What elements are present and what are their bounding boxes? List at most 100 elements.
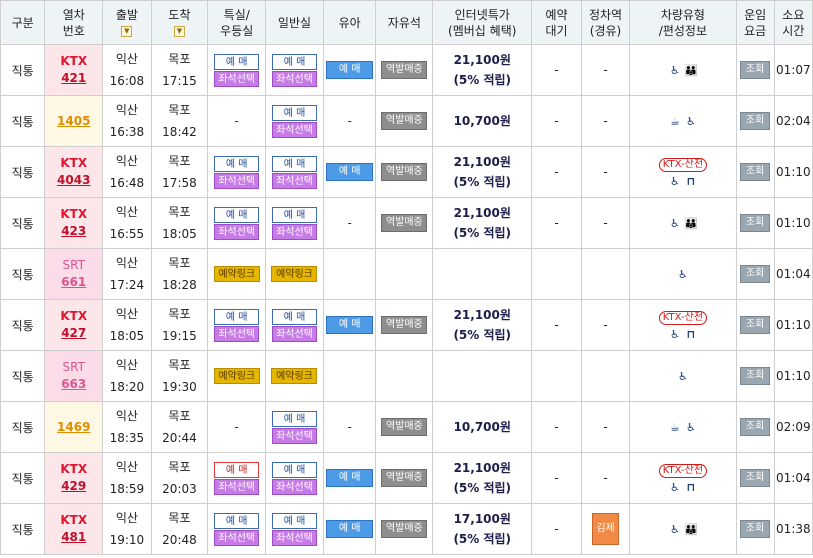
special-seat-cell: 예약링크 [207, 350, 267, 402]
reserve-button[interactable]: 예 매 [271, 461, 317, 478]
seat-select-button[interactable]: 좌석선택 [271, 70, 317, 87]
reserve-link-button[interactable]: 예약링크 [271, 266, 318, 282]
table-row: 직통 KTX 423 익산 16:55 목포 18:05 예 매 좌석선택 예 매 좌석선택 - 역발매… [0, 197, 813, 249]
train-cell: KTX 421 [44, 44, 104, 96]
reserve-button[interactable]: 예 매 [271, 104, 317, 121]
train-number-link[interactable]: 661 [46, 274, 102, 291]
departure-station: 익산 [115, 154, 138, 168]
coffee-cup-icon: ☕ [669, 114, 680, 128]
price-value: 21,100원 [453, 206, 511, 220]
duration-cell: 01:04 [773, 452, 813, 504]
header-departure[interactable]: 출발 ▼ [102, 0, 152, 45]
seat-select-button[interactable]: 좌석선택 [271, 172, 317, 189]
departure-cell: 익산 18:59 [102, 452, 152, 504]
fare-lookup-button[interactable]: 조회 [740, 316, 771, 334]
arrival-time: 20:44 [162, 431, 197, 445]
baby-reserve-button[interactable]: 예 매 [326, 520, 374, 538]
reserve-button[interactable]: 예 매 [271, 53, 317, 70]
reserve-button[interactable]: 예 매 [271, 512, 317, 529]
departure-cell: 익산 18:20 [102, 350, 152, 402]
seat-select-button[interactable]: 좌석선택 [271, 325, 317, 342]
train-number-link[interactable]: 427 [46, 325, 102, 342]
seat-select-button[interactable]: 좌석선택 [271, 223, 317, 240]
train-number-link[interactable]: 1405 [46, 113, 102, 130]
reserve-button[interactable]: 예 매 [271, 155, 317, 172]
family-icon: 👪 [684, 216, 699, 230]
baby-reserve-button[interactable]: 예 매 [326, 163, 374, 181]
table-row: 직통 KTX 427 익산 18:05 목포 19:15 예 매 좌석선택 예 매 좌석선택 예 매역… [0, 299, 813, 351]
train-number-link[interactable]: 1469 [46, 419, 102, 436]
general-seat-cell: 예 매 좌석선택 [265, 452, 324, 504]
seat-select-button[interactable]: 좌석선택 [271, 427, 317, 444]
seat-select-button[interactable]: 좌석선택 [214, 325, 260, 342]
via-stop-button[interactable]: 김제 [592, 513, 620, 545]
arrival-time: 19:15 [162, 329, 197, 343]
station-sale-badge: 역발매중 [381, 418, 428, 436]
station-sale-badge: 역발매중 [381, 112, 428, 130]
baby-reserve-button[interactable]: 예 매 [326, 316, 374, 334]
header-baby: 유아 [322, 0, 377, 45]
fare-lookup-button[interactable]: 조회 [740, 265, 771, 283]
reserve-button[interactable]: 예 매 [214, 206, 260, 223]
fare-lookup-button[interactable]: 조회 [740, 214, 771, 232]
train-number-link[interactable]: 421 [46, 70, 102, 87]
fare-lookup-button[interactable]: 조회 [740, 112, 771, 130]
price-value: 21,100원 [453, 461, 511, 475]
reserve-link-button[interactable]: 예약링크 [271, 368, 318, 384]
special-seat-cell: 예 매 좌석선택 [207, 44, 267, 96]
reserve-link-button[interactable]: 예약링크 [213, 368, 260, 384]
seat-select-button[interactable]: 좌석선택 [214, 223, 260, 240]
reserve-button[interactable]: 예 매 [214, 461, 260, 478]
header-vehicle: 차량유형/편성정보 [629, 0, 737, 45]
special-seat-cell: 예 매 좌석선택 [207, 503, 267, 555]
reserve-button[interactable]: 예 매 [214, 53, 260, 70]
fare-lookup-button[interactable]: 조회 [740, 61, 771, 79]
sort-icon[interactable]: ▼ [121, 25, 133, 37]
category-cell: 직통 [0, 95, 46, 147]
seat-select-button[interactable]: 좌석선택 [271, 478, 317, 495]
seat-select-button[interactable]: 좌석선택 [214, 172, 260, 189]
duration-cell: 01:10 [773, 299, 813, 351]
standing-cell: 역발매중 [375, 44, 434, 96]
baby-reserve-button[interactable]: 예 매 [326, 469, 374, 487]
fare-lookup-button[interactable]: 조회 [740, 367, 771, 385]
reserve-button[interactable]: 예 매 [214, 308, 260, 325]
train-cell: KTX 429 [44, 452, 104, 504]
reserve-button[interactable]: 예 매 [271, 308, 317, 325]
price-value: 17,100원 [453, 512, 511, 526]
sort-icon[interactable]: ▼ [173, 25, 185, 37]
train-number-link[interactable]: 423 [46, 223, 102, 240]
baby-cell [322, 248, 377, 300]
table-row: 직통 SRT 663 익산 18:20 목포 19:30 예약링크 예약링크 ♿ 조회 01:10 [0, 350, 813, 402]
seat-select-button[interactable]: 좌석선택 [214, 478, 260, 495]
baby-reserve-button[interactable]: 예 매 [326, 61, 374, 79]
fare-lookup-button[interactable]: 조회 [740, 418, 771, 436]
reserve-button[interactable]: 예 매 [214, 512, 260, 529]
train-number-link[interactable]: 481 [46, 529, 102, 546]
duration-cell: 01:10 [773, 197, 813, 249]
arrival-time: 18:42 [162, 125, 197, 139]
header-arrival[interactable]: 도착 ▼ [150, 0, 209, 45]
train-number-link[interactable]: 4043 [46, 172, 102, 189]
fare-lookup-button[interactable]: 조회 [740, 520, 771, 538]
reserve-link-button[interactable]: 예약링크 [213, 266, 260, 282]
train-number-link[interactable]: 663 [46, 376, 102, 393]
seat-select-button[interactable]: 좌석선택 [271, 121, 317, 138]
reserve-wait-cell [531, 350, 582, 402]
reserve-button[interactable]: 예 매 [271, 206, 317, 223]
seat-select-button[interactable]: 좌석선택 [271, 529, 317, 546]
fare-lookup-button[interactable]: 조회 [740, 469, 771, 487]
fare-lookup-button[interactable]: 조회 [740, 163, 771, 181]
category-cell: 직통 [0, 452, 46, 504]
standing-cell [375, 248, 434, 300]
train-number-link[interactable]: 429 [46, 478, 102, 495]
duration-cell: 01:10 [773, 146, 813, 198]
reserve-button[interactable]: 예 매 [214, 155, 260, 172]
empty-value: - [603, 216, 608, 230]
reserve-button[interactable]: 예 매 [271, 410, 317, 427]
seat-select-button[interactable]: 좌석선택 [214, 529, 260, 546]
arrival-cell: 목포 20:48 [150, 503, 209, 555]
arrival-time: 19:30 [162, 380, 197, 394]
seat-select-button[interactable]: 좌석선택 [214, 70, 260, 87]
table-row: 직통 SRT 661 익산 17:24 목포 18:28 예약링크 예약링크 ♿ 조회 01:04 [0, 248, 813, 300]
